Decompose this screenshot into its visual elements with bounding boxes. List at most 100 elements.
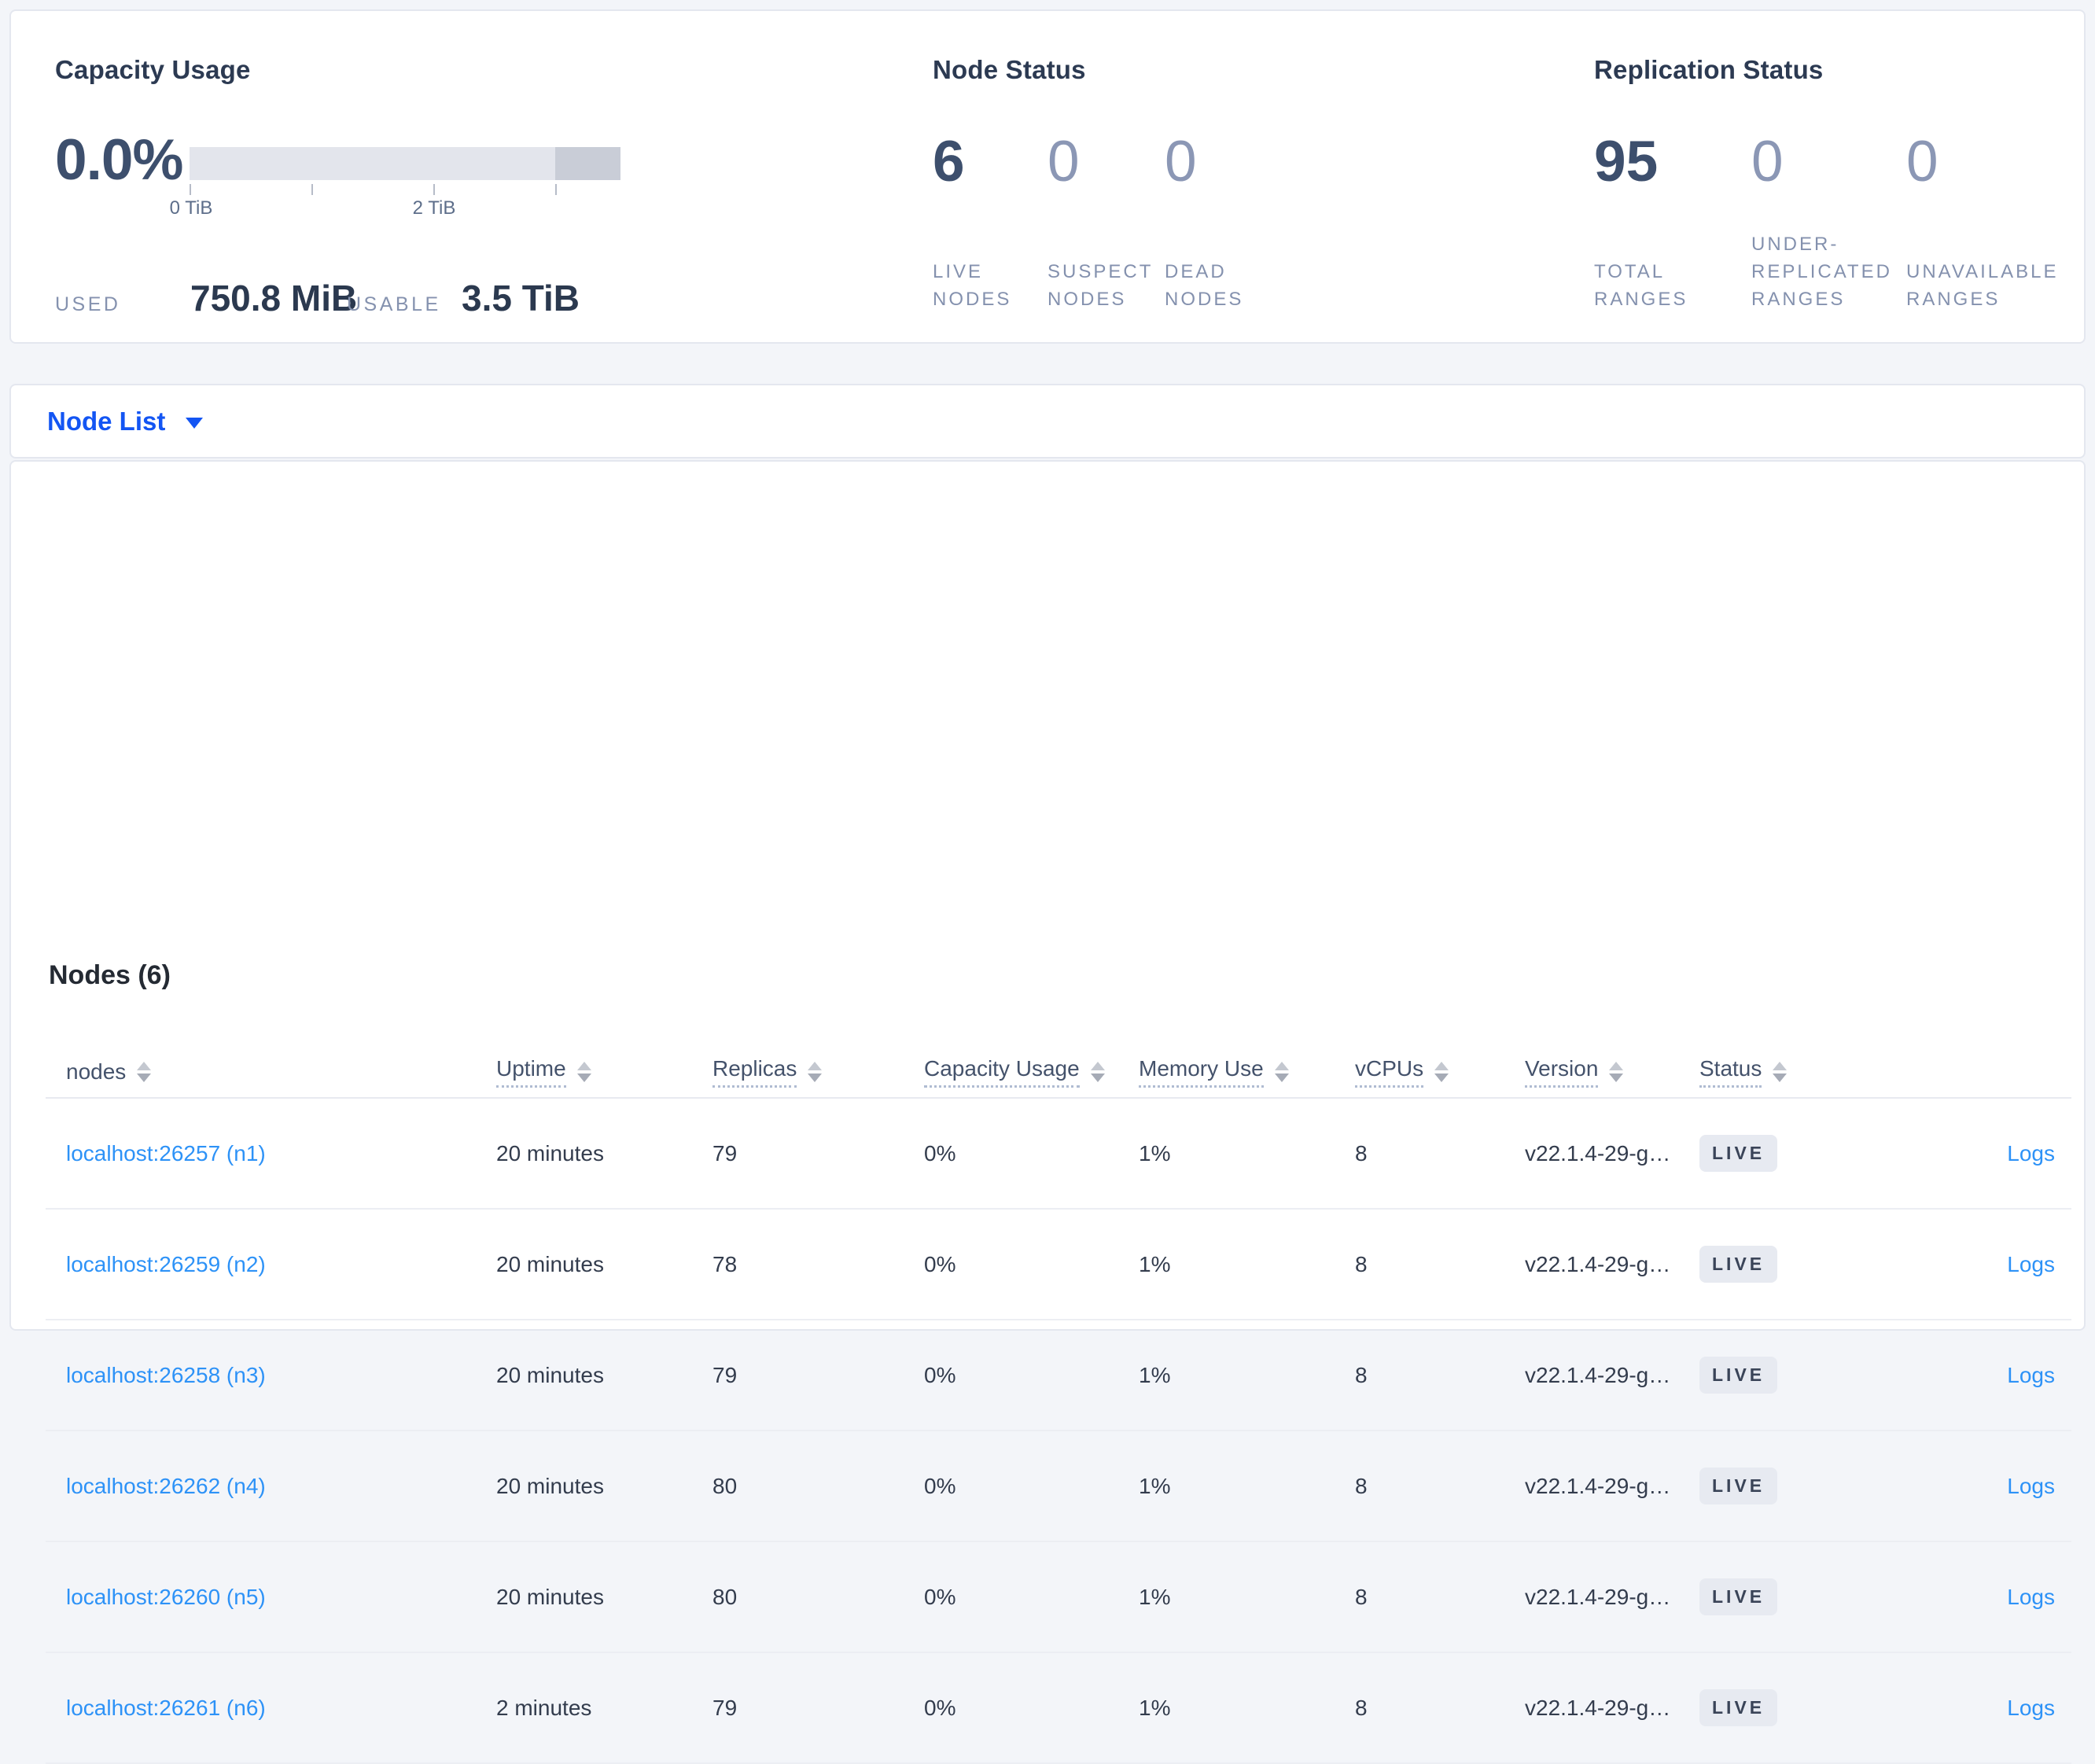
node-status-labels: LIVE NODES SUSPECT NODES DEAD NODES <box>933 233 1291 313</box>
column-header-replicas[interactable]: Replicas <box>712 1056 924 1088</box>
cell-version: v22.1.4-29-g… <box>1525 1362 1671 1387</box>
cell-logs: Logs <box>1901 1696 2071 1721</box>
column-header-label: Replicas <box>712 1056 797 1088</box>
column-header-nodes[interactable]: nodes <box>46 1059 496 1085</box>
cell-node: localhost:26262 (n4) <box>46 1474 496 1499</box>
cell-status: LIVE <box>1699 1689 1901 1726</box>
nodes-table-heading: Nodes (6) <box>49 960 171 990</box>
cell-vcpus: 8 <box>1355 1473 1368 1498</box>
cell-uptime: 20 minutes <box>496 1584 604 1609</box>
node-link[interactable]: localhost:26259 (n2) <box>66 1252 266 1276</box>
column-header-label: Uptime <box>496 1056 566 1088</box>
cell-replicas: 79 <box>712 1695 738 1720</box>
status-badge: LIVE <box>1699 1246 1778 1283</box>
dead-nodes-label: DEAD NODES <box>1165 261 1244 310</box>
cell-capacity-usage: 0% <box>924 1584 956 1609</box>
node-list-dropdown-label: Node List <box>47 406 166 436</box>
cell-memory-use: 1% <box>1139 1473 1171 1498</box>
logs-link[interactable]: Logs <box>2007 1585 2055 1609</box>
cell-vcpus: 8 <box>1355 1362 1368 1387</box>
sort-icon <box>1434 1062 1449 1082</box>
cell-capacity-usage: 0% <box>924 1473 956 1498</box>
axis-tick-label: 2 TiB <box>412 197 456 219</box>
cell-uptime: 20 minutes <box>496 1251 604 1276</box>
view-selector-card: Node List <box>9 384 2086 458</box>
live-nodes-count: 6 <box>933 130 965 193</box>
cell-memory-use: 1% <box>1139 1362 1171 1387</box>
capacity-meter-bar <box>190 147 620 180</box>
under-replicated-ranges-label: UNDER-REPLICATED RANGES <box>1751 234 1892 310</box>
cell-logs: Logs <box>1901 1252 2071 1277</box>
logs-link[interactable]: Logs <box>2007 1252 2055 1276</box>
logs-link[interactable]: Logs <box>2007 1141 2055 1166</box>
cell-memory-use: 1% <box>1139 1584 1171 1609</box>
sort-icon <box>1090 1062 1105 1082</box>
cell-replicas: 80 <box>712 1584 738 1609</box>
node-status-values: 6 0 0 <box>933 131 1291 193</box>
under-replicated-ranges-count: 0 <box>1751 130 1784 193</box>
status-badge: LIVE <box>1699 1468 1778 1504</box>
usable-label: USABLE <box>347 293 441 315</box>
table-header-row: nodes Uptime Replicas Capacity Usage Memory … <box>46 1047 2071 1099</box>
column-header-status[interactable]: Status <box>1699 1056 1901 1088</box>
node-list-dropdown[interactable]: Node List <box>11 385 2084 457</box>
used-value: 750.8 MiB <box>190 278 358 319</box>
cell-replicas: 80 <box>712 1473 738 1498</box>
replication-status-labels: TOTAL RANGES UNDER-REPLICATED RANGES UNA… <box>1594 233 2079 313</box>
sort-icon <box>1773 1062 1788 1082</box>
capacity-meter-chart: 0 TiB 2 TiB <box>170 147 620 234</box>
cell-node: localhost:26259 (n2) <box>46 1252 496 1277</box>
axis-tick <box>433 184 435 195</box>
cell-status: LIVE <box>1699 1578 1901 1615</box>
node-link[interactable]: localhost:26258 (n3) <box>66 1363 266 1387</box>
axis-tick <box>555 184 557 195</box>
cell-uptime: 20 minutes <box>496 1473 604 1498</box>
column-header-memory-use[interactable]: Memory Use <box>1139 1056 1355 1088</box>
cell-uptime: 20 minutes <box>496 1362 604 1387</box>
column-header-label: vCPUs <box>1355 1056 1424 1088</box>
cell-vcpus: 8 <box>1355 1251 1368 1276</box>
cell-version: v22.1.4-29-g… <box>1525 1251 1671 1276</box>
cell-replicas: 79 <box>712 1140 738 1166</box>
column-header-label: Status <box>1699 1056 1762 1088</box>
cell-status: LIVE <box>1699 1357 1901 1394</box>
suspect-nodes-count: 0 <box>1048 130 1080 193</box>
replication-status-title: Replication Status <box>1594 55 1824 84</box>
axis-tick <box>190 184 191 195</box>
sort-icon <box>137 1062 152 1082</box>
logs-link[interactable]: Logs <box>2007 1363 2055 1387</box>
cell-status: LIVE <box>1699 1468 1901 1504</box>
status-badge: LIVE <box>1699 1135 1778 1172</box>
used-label: USED <box>55 293 121 315</box>
node-link[interactable]: localhost:26260 (n5) <box>66 1585 266 1609</box>
unavailable-ranges-label: UNAVAILABLE RANGES <box>1906 261 2059 310</box>
cell-version: v22.1.4-29-g… <box>1525 1140 1671 1166</box>
table-row: localhost:26260 (n5) 20 minutes 80 0% 1% 8 v22… <box>46 1542 2071 1653</box>
cell-uptime: 20 minutes <box>496 1140 604 1166</box>
chevron-down-icon <box>186 418 204 429</box>
node-link[interactable]: localhost:26261 (n6) <box>66 1696 266 1720</box>
table-row: localhost:26258 (n3) 20 minutes 79 0% 1% 8 v22… <box>46 1320 2071 1431</box>
cell-vcpus: 8 <box>1355 1140 1368 1166</box>
dead-nodes-count: 0 <box>1165 130 1197 193</box>
table-row: localhost:26261 (n6) 2 minutes 79 0% 1% 8 v22.… <box>46 1653 2071 1764</box>
cell-memory-use: 1% <box>1139 1251 1171 1276</box>
capacity-meter-tail-segment <box>554 147 620 180</box>
column-header-version[interactable]: Version <box>1525 1056 1699 1088</box>
capacity-used-percent: 0.0% <box>55 128 183 192</box>
cell-version: v22.1.4-29-g… <box>1525 1695 1671 1720</box>
column-header-vcpus[interactable]: vCPUs <box>1355 1056 1525 1088</box>
cell-replicas: 78 <box>712 1251 738 1276</box>
logs-link[interactable]: Logs <box>2007 1696 2055 1720</box>
column-header-uptime[interactable]: Uptime <box>496 1056 712 1088</box>
column-header-capacity-usage[interactable]: Capacity Usage <box>924 1056 1139 1088</box>
cell-logs: Logs <box>1901 1141 2071 1166</box>
node-link[interactable]: localhost:26262 (n4) <box>66 1474 266 1498</box>
usable-value: 3.5 TiB <box>462 278 580 319</box>
node-link[interactable]: localhost:26257 (n1) <box>66 1141 266 1166</box>
sort-icon <box>576 1062 591 1082</box>
cell-node: localhost:26261 (n6) <box>46 1696 496 1721</box>
cell-node: localhost:26260 (n5) <box>46 1585 496 1610</box>
status-badge: LIVE <box>1699 1689 1778 1726</box>
logs-link[interactable]: Logs <box>2007 1474 2055 1498</box>
